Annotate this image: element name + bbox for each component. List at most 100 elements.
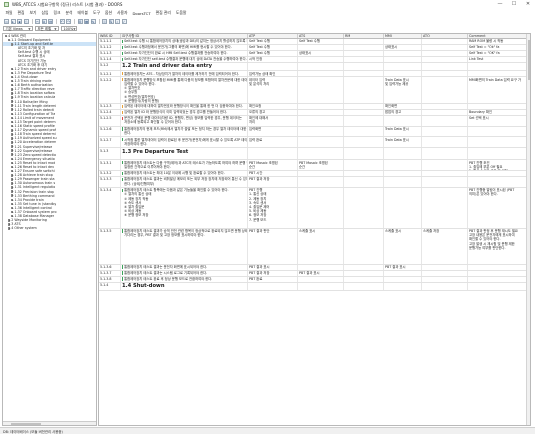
table-row[interactable]: 5.1.3.4 통합제어장치 테스트 항목에는 다음과 같은 기능들을 확인할 수… (99, 187, 530, 229)
requirement-text-cell[interactable]: 통합제어장치 테스트 결과는 시스템 로그로 기록되어야 한다. (121, 270, 248, 276)
rm-cell[interactable] (344, 39, 384, 44)
requirement-text-cell[interactable]: Self-test 자가진단 self-test 수행결과 운행에 대기 상태 … (121, 57, 248, 62)
collapse-icon[interactable]: − (10, 42, 14, 46)
ats-cell[interactable] (298, 103, 344, 109)
mmi-cell[interactable] (384, 270, 422, 276)
ats-cell[interactable] (298, 187, 344, 228)
ats-cell[interactable]: 상태표시 (298, 51, 344, 56)
rm-cell[interactable] (344, 71, 384, 77)
rm-cell[interactable] (344, 176, 384, 187)
expand-icon[interactable]: + (10, 100, 14, 103)
insert-object-icon[interactable]: ⊞ (77, 18, 83, 24)
expand-icon[interactable]: + (10, 124, 14, 128)
redo-icon[interactable]: ↷ (66, 18, 71, 24)
rm-cell[interactable] (344, 282, 384, 290)
table-row[interactable]: 5.1.3.1 통합제어장치 테스트는 다음 구역(제어)과 ATC의 테스트가 … (99, 160, 530, 171)
requirement-text-cell[interactable]: 운전자 선택된 운행 데이터(차량 ID, 운행자, 편성) 정보를 입력한 경… (121, 115, 248, 126)
column-header[interactable]: 요구사항 ID (121, 34, 248, 38)
expand-icon[interactable]: + (10, 214, 14, 218)
undo-icon[interactable]: ↶ (59, 18, 65, 24)
expand-icon[interactable]: + (10, 190, 14, 193)
expand-icon[interactable]: + (10, 173, 14, 177)
expand-icon[interactable]: + (10, 149, 14, 152)
comment-cell[interactable]: Link Test (468, 57, 528, 62)
expand-icon[interactable]: + (10, 161, 14, 165)
atp-cell[interactable] (248, 63, 298, 71)
menu-item[interactable]: 도움말 (173, 10, 188, 16)
mmi-cell[interactable] (384, 282, 422, 290)
atp-cell[interactable]: 입력가능 상태 확인 (248, 71, 298, 77)
expand-icon[interactable]: + (7, 223, 11, 226)
ato-cell[interactable] (422, 51, 468, 56)
expand-icon[interactable]: + (10, 133, 14, 136)
rm-cell[interactable] (344, 270, 384, 276)
ats-cell[interactable]: Self Test 수행 (298, 39, 344, 44)
column-header[interactable]: ATS (298, 34, 344, 38)
ats-cell[interactable] (298, 276, 344, 282)
find-icon[interactable]: ⌕ (115, 18, 120, 24)
expand-icon[interactable]: + (10, 202, 14, 206)
menu-item[interactable]: 테이블 (75, 10, 90, 16)
new-icon[interactable]: ▫ (4, 18, 9, 24)
expand-icon[interactable]: + (10, 186, 14, 189)
ats-cell[interactable] (298, 57, 344, 62)
mmi-cell[interactable] (384, 276, 422, 282)
requirement-text-cell[interactable]: 입력된 열차 ID 와 운행방식이 이미 입력되었는 경우 경고를 만들어야 한… (121, 109, 248, 115)
expand-icon[interactable]: + (10, 128, 14, 132)
rm-cell[interactable] (344, 170, 384, 176)
zoom-select[interactable]: 100% ▼ (61, 25, 77, 32)
menu-item[interactable]: 파일 (3, 10, 15, 16)
filter-icon[interactable]: ⌸ (102, 18, 107, 24)
ato-cell[interactable] (422, 109, 468, 115)
expand-icon[interactable]: + (10, 206, 14, 210)
rm-cell[interactable] (344, 57, 384, 62)
expand-icon[interactable]: + (10, 104, 14, 107)
ato-cell[interactable] (422, 282, 468, 290)
atp-cell[interactable]: 확인에 대해서 처리 (248, 115, 298, 126)
expand-icon[interactable]: + (10, 137, 14, 140)
atp-cell[interactable]: Self Test 수행 (248, 45, 298, 50)
module-outline-tree[interactable]: −4 WBS 관리 −1.1 Onboard Equipment −1.1 Star… (2, 33, 97, 426)
ato-cell[interactable] (422, 77, 468, 103)
open-icon[interactable]: ▸ (10, 18, 16, 24)
expand-icon[interactable]: + (10, 141, 14, 144)
rm-cell[interactable] (344, 276, 384, 282)
mmi-cell[interactable]: 상태표시 (384, 45, 422, 50)
comment-cell[interactable] (468, 176, 528, 187)
requirement-text-cell[interactable]: Self-test 자가진단이 완료 시 HMI Self-test 수행결과를… (121, 51, 248, 56)
rm-cell[interactable] (344, 109, 384, 115)
ato-cell[interactable] (422, 39, 468, 44)
expand-icon[interactable]: + (7, 218, 11, 222)
menu-item[interactable]: 편집 관리 (153, 10, 173, 16)
ato-cell[interactable] (422, 270, 468, 276)
requirement-text-cell[interactable]: 통합제어장치 테스트는 다음 구역(제어)과 ATC의 테스트가 가능하도록 하… (121, 160, 248, 170)
ats-cell[interactable] (298, 137, 344, 148)
section-heading-row[interactable]: 5.1.2 1.2 Train and driver data entry (99, 63, 530, 72)
ato-cell[interactable] (422, 148, 468, 160)
comment-cell[interactable]: Set 선택 표시 (468, 115, 528, 126)
mmi-cell[interactable]: Train Data 표시 (384, 137, 422, 148)
rm-cell[interactable] (344, 187, 384, 228)
expand-icon[interactable]: + (10, 67, 14, 71)
ats-cell[interactable] (298, 115, 344, 126)
expand-icon[interactable]: + (10, 120, 14, 124)
ato-cell[interactable] (422, 264, 468, 270)
requirement-text-cell[interactable]: 통합제어장치 운행방식 포함된 MMI를 통해 다음의 정보를 포함하여 열차관… (121, 77, 248, 103)
table-row[interactable]: 5.1.2.5 운전자 선택된 운행 데이터(차량 ID, 운행자, 편성) 정보… (99, 115, 530, 127)
table-row[interactable]: 5.1.2.7 시작점 통한 열차데이터 입력이 완료된 후 운전가(운전자)에게… (99, 137, 530, 149)
copy-icon[interactable]: ⧉ (41, 18, 47, 24)
mmi-cell[interactable]: 팝업의 경고 (384, 109, 422, 115)
rm-cell[interactable] (344, 51, 384, 56)
mmi-cell[interactable] (384, 160, 422, 170)
expand-icon[interactable]: + (10, 194, 14, 197)
menu-item[interactable]: 링크 (51, 10, 63, 16)
comment-cell[interactable] (468, 276, 528, 282)
expand-icon[interactable]: + (10, 157, 14, 161)
ato-cell[interactable] (422, 160, 468, 170)
close-button[interactable]: ✕ (521, 0, 535, 9)
ats-cell[interactable] (298, 109, 344, 115)
ato-cell[interactable] (422, 45, 468, 50)
comment-cell[interactable] (468, 148, 528, 160)
expand-icon[interactable]: + (7, 227, 11, 230)
collapse-icon[interactable]: − (7, 38, 11, 42)
